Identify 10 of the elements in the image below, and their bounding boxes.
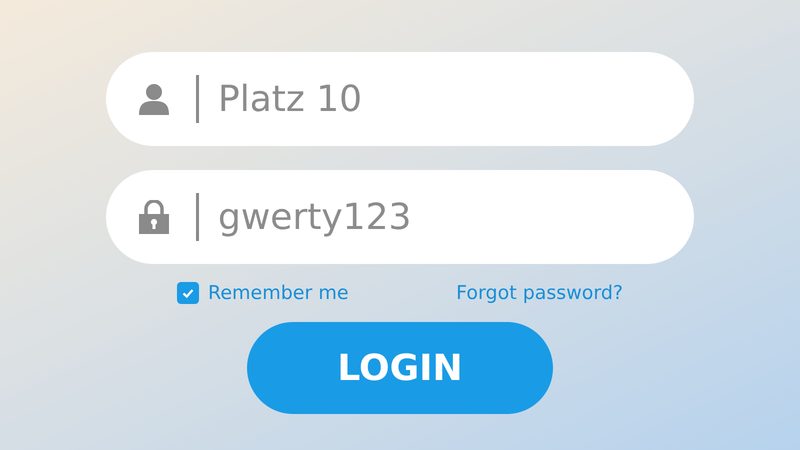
remember-label: Remember me — [208, 282, 349, 304]
login-button[interactable]: LOGIN — [247, 322, 553, 414]
lock-icon — [139, 200, 169, 234]
field-value: gwerty123 — [218, 196, 412, 238]
field-value: Platz 10 — [218, 78, 362, 120]
forgot-password-link[interactable]: Forgot password? — [456, 282, 623, 304]
input-field[interactable]: gwerty123 — [106, 170, 694, 264]
checkbox[interactable] — [177, 282, 199, 304]
input-field[interactable]: Platz 10 — [106, 52, 694, 146]
person-icon — [139, 83, 169, 115]
